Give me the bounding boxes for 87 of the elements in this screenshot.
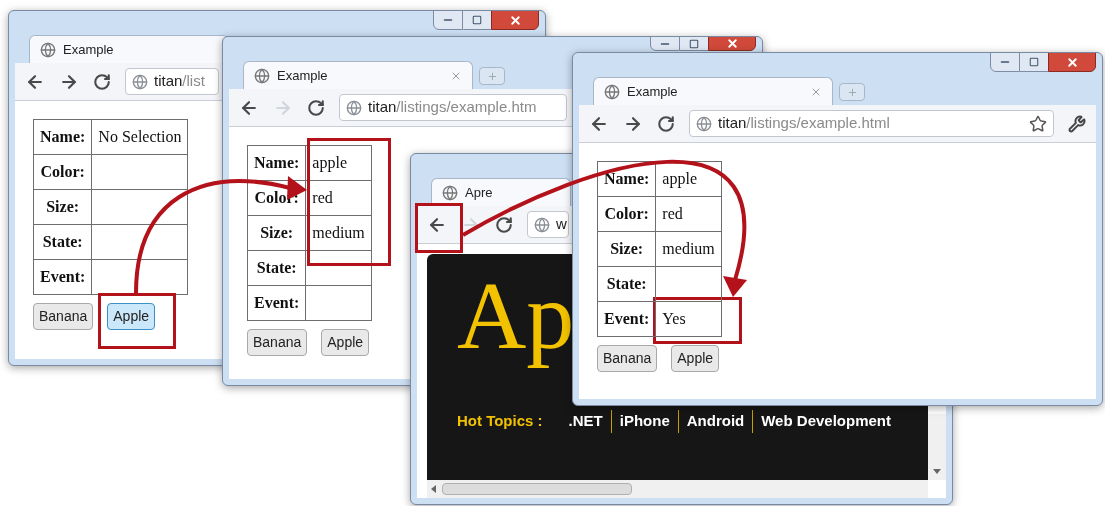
field-label: Color: (33, 154, 92, 190)
globe-icon (132, 73, 148, 90)
reload-icon[interactable] (495, 215, 513, 234)
field-label: Event: (247, 285, 306, 321)
field-value: apple (305, 145, 372, 181)
minimize-button[interactable] (650, 37, 680, 51)
close-button[interactable] (708, 37, 756, 51)
wrench-icon[interactable] (1068, 114, 1086, 133)
field-label: Name: (597, 161, 656, 197)
globe-icon (254, 67, 270, 84)
field-label: Event: (597, 301, 656, 337)
field-label: Color: (597, 196, 656, 232)
address-text: titan/list (154, 71, 205, 92)
maximize-button[interactable] (1020, 53, 1048, 72)
tab-title: Example (277, 66, 328, 85)
address-text: titan/listings/example.html (718, 113, 890, 134)
field-label: State: (33, 224, 92, 260)
fruit-button[interactable]: Apple (321, 329, 370, 356)
address-field[interactable]: titan/listings/example.htm (339, 94, 567, 121)
vertical-scrollbar[interactable] (928, 414, 946, 480)
horizontal-scrollbar[interactable] (427, 480, 928, 498)
address-field[interactable]: titan/listings/example.html (689, 110, 1054, 137)
address-text: w (556, 214, 567, 235)
field-label: State: (247, 250, 306, 286)
reload-icon[interactable] (307, 98, 325, 117)
scroll-left-arrow-icon[interactable] (431, 485, 436, 493)
topic-link[interactable]: Web Development (752, 410, 899, 433)
globe-icon (40, 41, 56, 58)
globe-icon (534, 216, 550, 233)
field-value (305, 285, 372, 321)
field-label: Event: (33, 259, 92, 295)
topic-link[interactable]: .NET (560, 410, 611, 433)
field-value: No Selection (91, 119, 188, 155)
minimize-button[interactable] (990, 53, 1020, 72)
browser-tab[interactable]: Example (593, 77, 833, 105)
field-label: State: (597, 266, 656, 302)
maximize-button[interactable] (463, 11, 491, 30)
highlight-box (415, 203, 463, 253)
field-label: Size: (33, 189, 92, 225)
close-button[interactable] (491, 11, 539, 30)
browser-tab[interactable]: Example (243, 61, 473, 89)
fruit-button[interactable]: Banana (33, 303, 94, 330)
maximize-icon (689, 38, 699, 49)
fruit-button[interactable]: Apple (107, 303, 156, 330)
globe-icon (442, 184, 458, 201)
hot-topics-label: Hot Topics : (457, 411, 543, 431)
field-value: medium (655, 231, 722, 267)
field-label: Name: (33, 119, 92, 155)
reload-icon[interactable] (657, 114, 675, 133)
field-value: Yes (655, 301, 722, 337)
tab-title: Apre (465, 183, 493, 202)
tab-title: Example (627, 82, 678, 101)
topic-link[interactable]: iPhone (610, 410, 678, 433)
topic-link[interactable]: Android (677, 410, 753, 433)
address-field[interactable]: w (527, 211, 569, 238)
maximize-icon (1029, 57, 1039, 67)
minimize-button[interactable] (433, 11, 463, 30)
field-value: red (655, 196, 722, 232)
address-text: titan/listings/example.htm (368, 97, 537, 118)
maximize-button[interactable] (680, 37, 708, 51)
fruit-button[interactable]: Apple (671, 345, 720, 372)
close-button[interactable] (1048, 53, 1096, 72)
field-value: red (305, 180, 372, 216)
tab-title: Example (63, 40, 114, 59)
field-label: Name: (247, 145, 306, 181)
bookmark-star-icon[interactable] (1029, 114, 1047, 133)
field-value: apple (655, 161, 722, 197)
globe-icon (604, 83, 620, 100)
field-value: medium (305, 215, 372, 251)
field-value (655, 266, 722, 302)
address-field[interactable]: titan/list (125, 68, 219, 95)
reload-icon[interactable] (93, 72, 111, 91)
field-label: Size: (247, 215, 306, 251)
globe-icon (346, 99, 362, 116)
scroll-down-arrow-icon[interactable] (933, 469, 941, 474)
browser-tab[interactable]: Apre (431, 178, 571, 206)
plus-icon (486, 70, 498, 82)
field-label: Size: (597, 231, 656, 267)
close-icon (508, 13, 522, 27)
close-icon (1065, 55, 1079, 69)
maximize-icon (472, 15, 482, 25)
close-icon (725, 37, 739, 50)
fruit-button[interactable]: Banana (597, 345, 658, 372)
plus-icon (846, 86, 858, 98)
field-value (305, 250, 372, 286)
globe-icon (696, 115, 712, 132)
fruit-button[interactable]: Banana (247, 329, 308, 356)
